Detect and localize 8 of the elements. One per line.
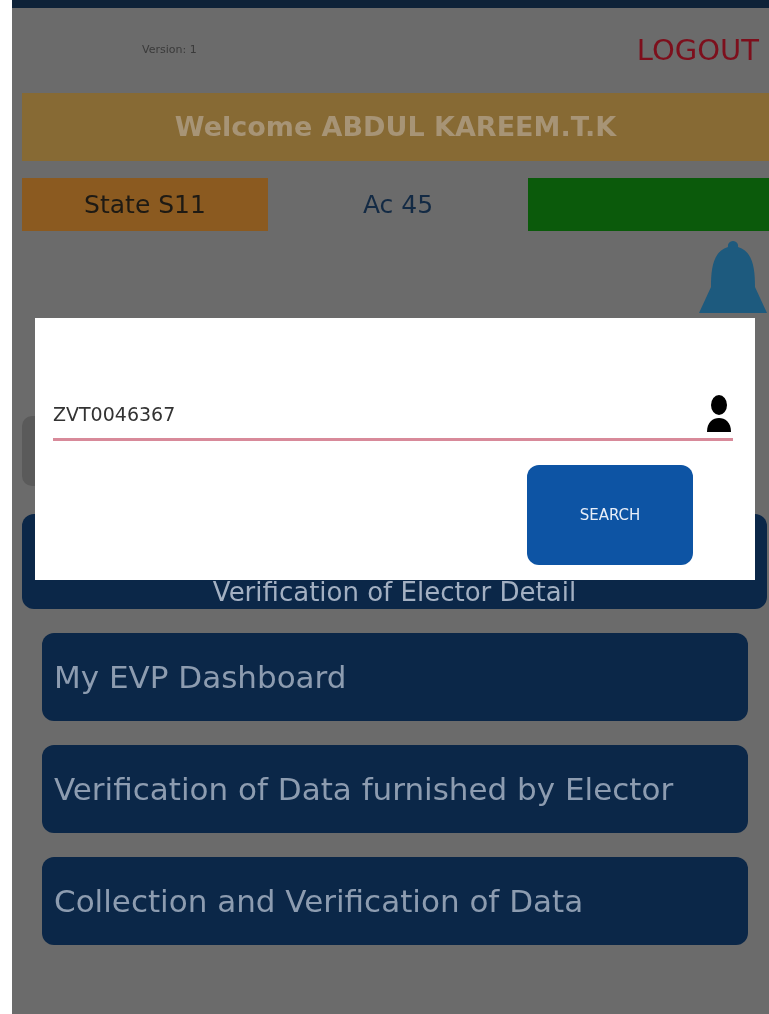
search-button[interactable]: SEARCH: [527, 465, 693, 565]
menu-button[interactable]: My EVP Dashboard: [42, 633, 748, 721]
state-label: State S11: [22, 178, 268, 231]
welcome-banner: Welcome ABDUL KAREEM.T.K: [22, 93, 769, 161]
menu-button[interactable]: Collection and Verification of Data: [42, 857, 748, 945]
ac-label: Ac 45: [361, 188, 435, 221]
person-icon: [705, 394, 733, 434]
menu-button[interactable]: Verification of Data furnished by Elector: [42, 745, 748, 833]
